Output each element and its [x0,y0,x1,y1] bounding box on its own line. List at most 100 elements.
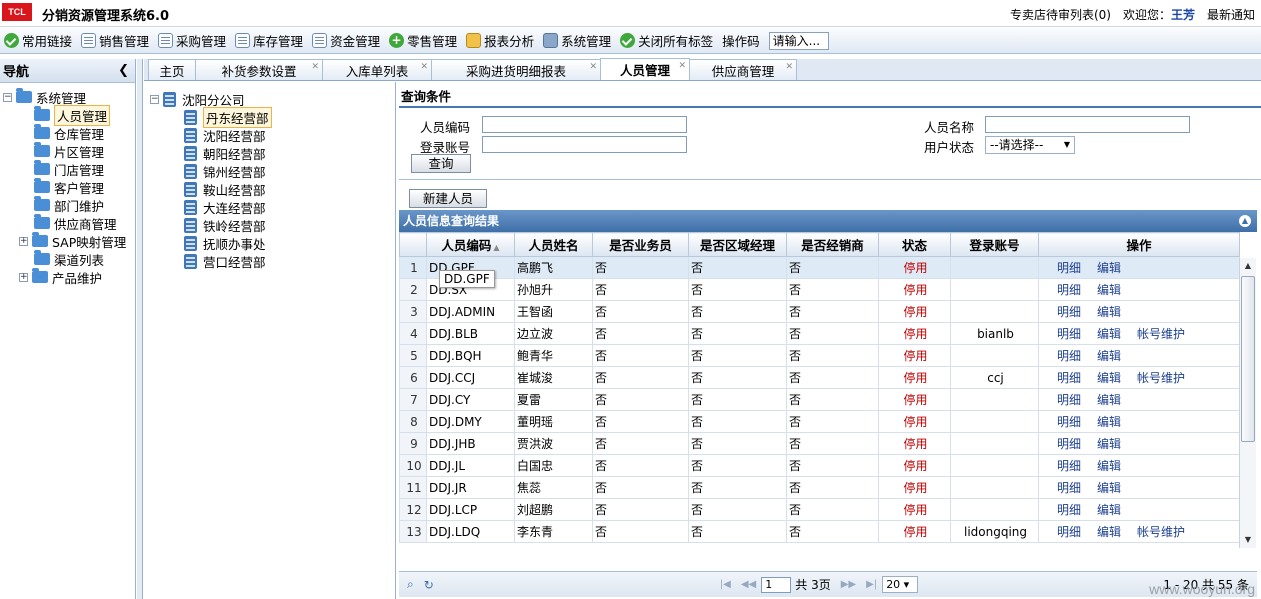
login-input[interactable] [482,136,687,153]
tab-home[interactable]: 主页 [148,59,196,80]
detail-link[interactable]: 明细 [1057,283,1081,297]
detail-link[interactable]: 明细 [1057,415,1081,429]
detail-link[interactable]: 明细 [1057,525,1081,539]
tab-inbound-list[interactable]: 入库单列表 ✕ [322,59,432,80]
table-row[interactable]: 9 DDJ.JHB 贾洪波否否否停用 明细 编辑 [399,432,1240,455]
sidebar-item-stores[interactable]: 门店管理 [0,160,135,178]
col-is-area-manager[interactable]: 是否区域经理 [688,232,787,257]
col-account[interactable]: 登录账号 [950,232,1039,257]
notice-link[interactable]: 最新通知 [1207,6,1255,23]
edit-link[interactable]: 编辑 [1097,393,1121,407]
org-item[interactable]: 朝阳经营部 [148,144,395,162]
sidebar-item-channels[interactable]: 渠道列表 [0,250,135,268]
first-page-icon[interactable]: |◀ [720,579,731,590]
org-item[interactable]: 抚顺办事处 [148,234,395,252]
edit-link[interactable]: 编辑 [1097,371,1121,385]
collapse-up-icon[interactable]: ▲ [1239,215,1251,227]
table-row[interactable]: 4 DDJ.BLB 边立波否否否停用 bianlb 明细 编辑 帐号维护 [399,322,1240,345]
toolbar-inventory[interactable]: 库存管理 [235,31,303,50]
detail-link[interactable]: 明细 [1057,305,1081,319]
toolbar-common-links[interactable]: 常用链接 [4,31,72,50]
sidebar-item-area[interactable]: 片区管理 [0,142,135,160]
tab-replenish-params[interactable]: 补货参数设置 ✕ [195,59,323,80]
edit-link[interactable]: 编辑 [1097,305,1121,319]
table-row[interactable]: 3 DDJ.ADMIN 王智函否否否停用 明细 编辑 [399,300,1240,323]
expand-icon[interactable]: + [19,236,28,246]
detail-link[interactable]: 明细 [1057,437,1081,451]
org-item[interactable]: 丹东经营部 [148,106,395,128]
table-row[interactable]: 2 DD.SX 孙旭升否否否停用 明细 编辑 [399,278,1240,301]
table-row[interactable]: 12 DDJ.LCP 刘超鹏否否否停用 明细 编辑 [399,498,1240,521]
detail-link[interactable]: 明细 [1057,503,1081,517]
status-select[interactable]: --请选择-- ▼ [985,136,1075,154]
detail-link[interactable]: 明细 [1057,327,1081,341]
close-icon[interactable]: ✕ [420,62,428,72]
toolbar-purchase[interactable]: 采购管理 [158,31,226,50]
account-maintain-link[interactable]: 帐号维护 [1137,525,1185,539]
name-input[interactable] [985,116,1190,133]
col-status[interactable]: 状态 [878,232,951,257]
col-is-sales[interactable]: 是否业务员 [592,232,689,257]
refresh-icon[interactable]: ↻ [424,578,434,592]
edit-link[interactable]: 编辑 [1097,503,1121,517]
close-icon[interactable]: ✕ [678,61,686,71]
col-code[interactable]: 人员编码 ▲ [426,232,515,257]
toolbar-close-all-tabs[interactable]: 关闭所有标签 [620,31,713,50]
account-maintain-link[interactable]: 帐号维护 [1137,371,1185,385]
toolbar-retail[interactable]: + 零售管理 [389,31,457,50]
page-input[interactable]: 1 [761,576,792,593]
org-item[interactable]: 铁岭经营部 [148,216,395,234]
table-row[interactable]: 7 DDJ.CY 夏雷否否否停用 明细 编辑 [399,388,1240,411]
collapse-left-icon[interactable]: ❮ [118,63,129,78]
sidebar-item-sap-mapping[interactable]: + SAP映射管理 [0,232,135,250]
org-item[interactable]: 锦州经营部 [148,162,395,180]
sidebar-item-warehouse[interactable]: 仓库管理 [0,124,135,142]
table-row[interactable]: 13 DDJ.LDQ 李东青否否否停用 lidongqing 明细 编辑 帐号维护 [399,520,1240,543]
close-icon[interactable]: ✕ [311,62,319,72]
new-staff-button[interactable]: 新建人员 [409,189,487,208]
table-row[interactable]: 5 DDJ.BQH 鲍青华否否否停用 明细 编辑 [399,344,1240,367]
col-is-dealer[interactable]: 是否经销商 [786,232,879,257]
next-page-icon[interactable]: ▶▶ [841,579,856,590]
page-size-select[interactable]: 20 ▾ [882,576,919,593]
close-icon[interactable]: ✕ [785,62,793,72]
pending-list-link[interactable]: 专卖店待审列表(0) [1010,6,1111,23]
edit-link[interactable]: 编辑 [1097,481,1121,495]
prev-page-icon[interactable]: ◀◀ [741,579,756,590]
last-page-icon[interactable]: ▶| [866,579,877,590]
toolbar-sales[interactable]: 销售管理 [81,31,149,50]
detail-link[interactable]: 明细 [1057,393,1081,407]
org-item[interactable]: 营口经营部 [148,252,395,270]
edit-link[interactable]: 编辑 [1097,261,1121,275]
code-input[interactable] [482,116,687,133]
detail-link[interactable]: 明细 [1057,481,1081,495]
edit-link[interactable]: 编辑 [1097,327,1121,341]
toolbar-system[interactable]: 系统管理 [543,31,611,50]
scroll-up-icon[interactable]: ▲ [1240,258,1256,274]
tab-staff-management[interactable]: 人员管理 ✕ [600,58,690,80]
collapse-icon[interactable]: − [150,94,159,104]
detail-link[interactable]: 明细 [1057,349,1081,363]
table-row[interactable]: 1 DD.GPF 高鹏飞否否否停用 明细 编辑 [399,256,1240,279]
account-maintain-link[interactable]: 帐号维护 [1137,327,1185,341]
org-item[interactable]: 鞍山经营部 [148,180,395,198]
tab-suppliers[interactable]: 供应商管理 ✕ [689,59,797,80]
edit-link[interactable]: 编辑 [1097,349,1121,363]
expand-icon[interactable]: + [19,272,28,282]
sidebar-item-departments[interactable]: 部门维护 [0,196,135,214]
tab-purchase-report[interactable]: 采购进货明细报表 ✕ [431,59,601,80]
sidebar-splitter[interactable] [137,59,143,599]
collapse-icon[interactable]: − [3,92,12,102]
table-row[interactable]: 10 DDJ.JL 白国忠否否否停用 明细 编辑 [399,454,1240,477]
edit-link[interactable]: 编辑 [1097,415,1121,429]
nav-root[interactable]: − 系统管理 [0,88,135,106]
sidebar-item-customers[interactable]: 客户管理 [0,178,135,196]
sidebar-item-suppliers[interactable]: 供应商管理 [0,214,135,232]
edit-link[interactable]: 编辑 [1097,437,1121,451]
scroll-down-icon[interactable]: ▼ [1240,532,1256,548]
table-scrollbar[interactable]: ▲ ▼ [1239,258,1256,548]
org-root[interactable]: − 沈阳分公司 [148,90,395,108]
table-row[interactable]: 8 DDJ.DMY 董明瑶否否否停用 明细 编辑 [399,410,1240,433]
sidebar-item-products[interactable]: + 产品维护 [0,268,135,286]
col-name[interactable]: 人员姓名 [514,232,593,257]
